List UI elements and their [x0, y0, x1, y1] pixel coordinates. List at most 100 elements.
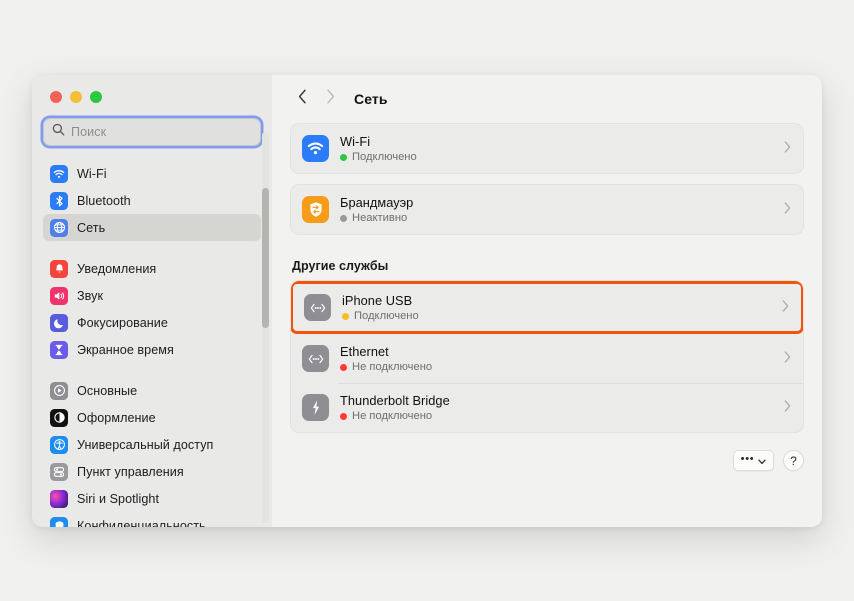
sidebar-item-label: Экранное время [77, 343, 174, 357]
sidebar-item-label: Фокусирование [77, 316, 168, 330]
row-title: Thunderbolt Bridge [340, 393, 784, 408]
sidebar-item-label: Универсальный доступ [77, 438, 213, 452]
status-dot [340, 215, 347, 222]
sidebar-group-alerts: Уведомления Звук [43, 255, 261, 363]
chevron-right-icon [784, 201, 791, 219]
status-dot [340, 364, 347, 371]
sidebar: Поиск Wi-Fi [32, 75, 272, 527]
bluetooth-icon [50, 192, 68, 210]
row-text: Wi-Fi Подключено [340, 134, 784, 164]
status-dot [340, 413, 347, 420]
sidebar-item-notifications[interactable]: Уведомления [43, 255, 261, 282]
close-button[interactable] [50, 91, 62, 103]
sidebar-item-appearance[interactable]: Оформление [43, 404, 261, 431]
row-status: Неактивно [340, 212, 784, 225]
row-status: Не подключено [340, 361, 784, 374]
sidebar-item-accessibility[interactable]: Универсальный доступ [43, 431, 261, 458]
row-iphone-usb[interactable]: iPhone USB Подключено [293, 284, 801, 331]
sidebar-group-system: Основные Оформление [43, 377, 261, 527]
status-label: Не подключено [352, 361, 432, 374]
sidebar-item-label: Siri и Spotlight [77, 492, 159, 506]
more-options-button[interactable]: ••• [733, 450, 774, 471]
row-text: Ethernet Не подключено [340, 344, 784, 374]
main-pane: Сеть Wi-Fi [272, 75, 822, 527]
toolbar: Сеть [290, 75, 804, 123]
sidebar-item-sound[interactable]: Звук [43, 282, 261, 309]
sidebar-item-network[interactable]: Сеть [43, 214, 261, 241]
firewall-card: Брандмауэр Неактивно [290, 184, 804, 235]
sidebar-item-bluetooth[interactable]: Bluetooth [43, 187, 261, 214]
sidebar-item-focus[interactable]: Фокусирование [43, 309, 261, 336]
search-icon [52, 123, 65, 141]
thunderbolt-icon [302, 394, 329, 421]
sidebar-scrollbar-thumb[interactable] [262, 188, 269, 328]
forward-button [318, 86, 342, 112]
row-firewall[interactable]: Брандмауэр Неактивно [291, 185, 803, 234]
row-title: Брандмауэр [340, 195, 784, 210]
sidebar-item-label: Звук [77, 289, 103, 303]
sidebar-nav: Wi-Fi Bluetooth [32, 156, 272, 527]
appearance-icon [50, 409, 68, 427]
row-text: Thunderbolt Bridge Не подключено [340, 393, 784, 423]
zoom-button[interactable] [90, 91, 102, 103]
bell-icon [50, 260, 68, 278]
sidebar-item-label: Wi-Fi [77, 167, 107, 181]
sidebar-item-label: Оформление [77, 411, 156, 425]
help-label: ? [790, 454, 797, 468]
speaker-icon [50, 287, 68, 305]
system-settings-window: Поиск Wi-Fi [32, 75, 822, 527]
sidebar-item-siri-spotlight[interactable]: Siri и Spotlight [43, 485, 261, 512]
sidebar-item-privacy[interactable]: Конфиденциальность [43, 512, 261, 527]
status-label: Подключено [354, 310, 419, 323]
chevron-right-icon [784, 399, 791, 417]
chevron-right-icon [784, 140, 791, 158]
privacy-icon [50, 517, 68, 528]
highlight-box: iPhone USB Подключено [290, 281, 804, 334]
help-button[interactable]: ? [783, 450, 804, 471]
minimize-button[interactable] [70, 91, 82, 103]
status-label: Неактивно [352, 212, 407, 225]
status-dot [340, 154, 347, 161]
sidebar-item-control-center[interactable]: Пункт управления [43, 458, 261, 485]
row-status: Подключено [340, 151, 784, 164]
chevron-left-icon [298, 89, 307, 109]
wifi-icon [302, 135, 329, 162]
row-title: Wi-Fi [340, 134, 784, 149]
row-thunderbolt-bridge[interactable]: Thunderbolt Bridge Не подключено [291, 383, 803, 432]
accessibility-icon [50, 436, 68, 454]
firewall-icon [302, 196, 329, 223]
row-ethernet[interactable]: Ethernet Не подключено [291, 334, 803, 383]
row-status: Подключено [342, 310, 782, 323]
chevron-right-icon [782, 299, 789, 317]
wifi-icon [50, 165, 68, 183]
sidebar-item-screen-time[interactable]: Экранное время [43, 336, 261, 363]
status-dot [342, 313, 349, 320]
row-wifi[interactable]: Wi-Fi Подключено [291, 124, 803, 173]
wifi-card: Wi-Fi Подключено [290, 123, 804, 174]
sidebar-item-wifi[interactable]: Wi-Fi [43, 160, 261, 187]
search-input[interactable]: Поиск [43, 118, 261, 146]
more-options-label: ••• [741, 455, 755, 463]
sidebar-scrollbar[interactable] [262, 132, 269, 523]
sidebar-group-connectivity: Wi-Fi Bluetooth [43, 160, 261, 241]
siri-icon [50, 490, 68, 508]
traffic-lights [32, 75, 272, 118]
gear-icon [50, 382, 68, 400]
control-center-icon [50, 463, 68, 481]
search-placeholder: Поиск [71, 125, 106, 139]
section-title-other-services: Другие службы [290, 245, 804, 280]
chevron-down-icon [758, 452, 766, 470]
row-status: Не подключено [340, 410, 784, 423]
chevron-right-icon [784, 350, 791, 368]
chevron-right-icon [326, 89, 335, 109]
status-label: Не подключено [352, 410, 432, 423]
sidebar-item-general[interactable]: Основные [43, 377, 261, 404]
footer-actions: ••• ? [290, 433, 804, 486]
hourglass-icon [50, 341, 68, 359]
back-button[interactable] [290, 86, 314, 112]
sidebar-item-label: Конфиденциальность [77, 519, 206, 528]
globe-icon [50, 219, 68, 237]
row-text: iPhone USB Подключено [342, 293, 782, 323]
page-title: Сеть [354, 91, 388, 107]
sidebar-item-label: Основные [77, 384, 137, 398]
